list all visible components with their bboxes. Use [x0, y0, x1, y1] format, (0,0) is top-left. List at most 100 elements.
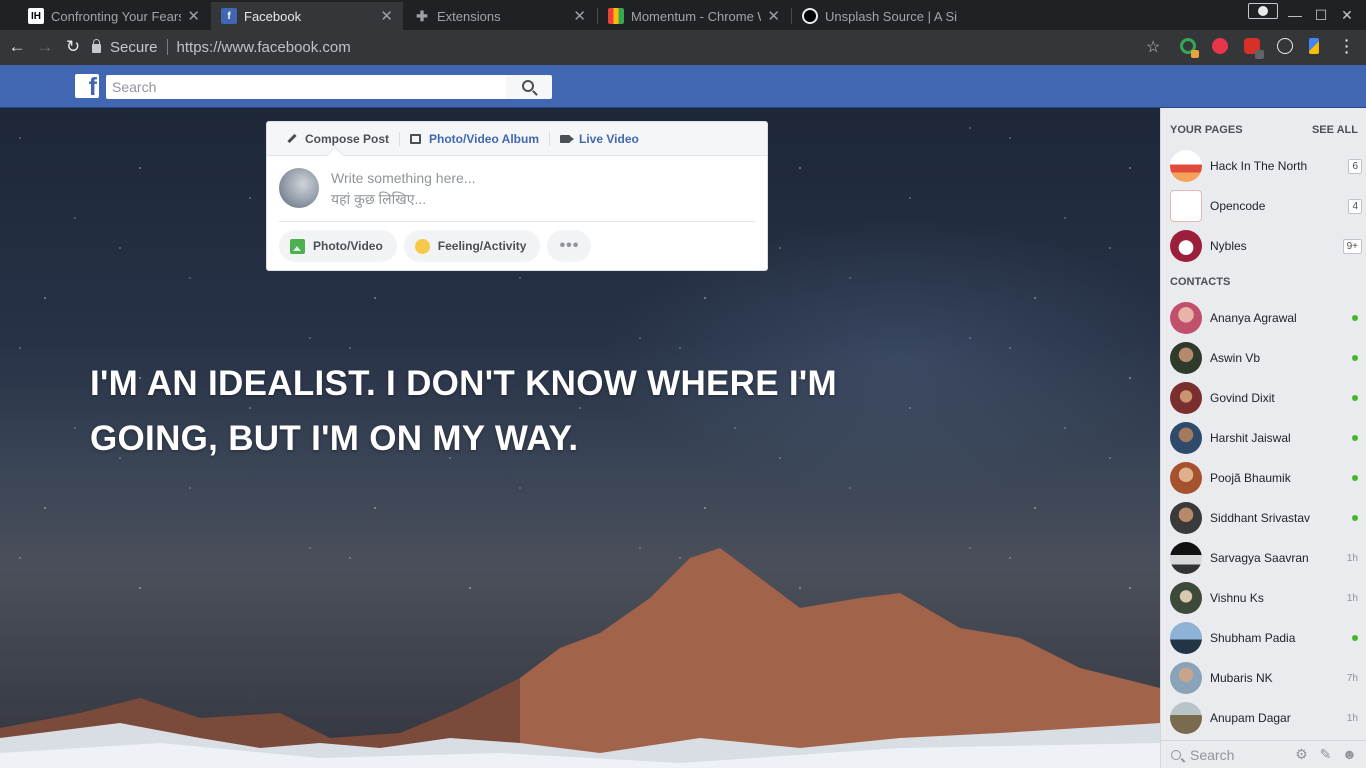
back-arrow-icon[interactable]: ←	[6, 36, 28, 58]
avatar	[1170, 662, 1202, 694]
avatar	[1170, 582, 1202, 614]
right-sidebar: YOUR PAGES SEE ALL Hack In The North 6 O…	[1160, 108, 1366, 768]
post-composer: Compose Post Photo/Video Album Live Vide…	[266, 121, 768, 271]
more-options-button[interactable]: •••	[547, 230, 592, 262]
avatar[interactable]	[279, 168, 319, 208]
contact-item[interactable]: Poojã Bhaumik	[1161, 458, 1366, 498]
facebook-header: f	[0, 65, 1366, 108]
search-button[interactable]	[506, 75, 552, 99]
last-active-time: 1h	[1346, 592, 1358, 604]
avatar	[1170, 422, 1202, 454]
store-icon	[608, 8, 624, 24]
extension-colorful-icon[interactable]	[1309, 38, 1319, 54]
tab-momentum[interactable]: Momentum - Chrome W ✕	[598, 2, 790, 30]
forward-arrow-icon[interactable]: →	[34, 36, 56, 58]
bookmark-star-icon[interactable]: ☆	[1146, 37, 1160, 57]
composer-placeholder[interactable]: Write something here... यहां कुछ लिखिए..…	[331, 168, 475, 210]
online-indicator	[1352, 315, 1358, 321]
facebook-search-input[interactable]	[106, 75, 506, 99]
menu-dots-icon[interactable]: · · ·	[1342, 33, 1352, 59]
contact-item[interactable]: Aswin Vb	[1161, 338, 1366, 378]
tab-confronting-fears[interactable]: IH Confronting Your Fears ✕	[18, 2, 210, 30]
maximize-button[interactable]: ☐	[1307, 0, 1335, 30]
tab-live-video[interactable]: Live Video	[549, 131, 649, 146]
avatar	[1170, 502, 1202, 534]
smiley-icon	[414, 238, 430, 254]
contact-item[interactable]: Mubaris NK 7h	[1161, 658, 1366, 698]
close-tab-icon[interactable]: ✕	[380, 7, 393, 25]
close-tab-icon[interactable]: ✕	[767, 7, 780, 25]
browser-tabstrip: IH Confronting Your Fears ✕ f Facebook ✕…	[0, 0, 1366, 30]
new-message-icon[interactable]: ✎	[1318, 747, 1333, 762]
contact-name: Sarvagya Saavran	[1210, 551, 1309, 565]
contact-name: Govind Dixit	[1210, 391, 1275, 405]
contact-item[interactable]: Harshit Jaiswal	[1161, 418, 1366, 458]
tab-photo-video-album[interactable]: Photo/Video Album	[399, 131, 549, 146]
contact-item[interactable]: Ananya Agrawal	[1161, 298, 1366, 338]
tab-extensions[interactable]: ✚ Extensions ✕	[404, 2, 596, 30]
video-camera-icon	[560, 134, 575, 143]
notification-count: 6	[1348, 158, 1362, 174]
page-name: Hack In The North	[1210, 159, 1308, 173]
omnibox-divider	[166, 39, 168, 55]
composer-placeholder-hindi: यहां कुछ लिखिए...	[331, 191, 427, 207]
your-pages-heading: YOUR PAGES	[1170, 124, 1243, 136]
reload-icon[interactable]: ↻	[62, 36, 84, 58]
browser-toolbar: ← → ↻ Secure https://www.facebook.com ☆ …	[0, 30, 1366, 65]
tab-unsplash[interactable]: Unsplash Source | A Si	[792, 2, 982, 30]
contact-item[interactable]: Siddhant Srivastav	[1161, 498, 1366, 538]
online-indicator	[1352, 395, 1358, 401]
extension-circle-icon[interactable]	[1277, 38, 1293, 54]
photo-video-button[interactable]: Photo/Video	[279, 230, 397, 262]
feeling-activity-button[interactable]: Feeling/Activity	[403, 230, 541, 262]
minimize-button[interactable]: —	[1281, 0, 1309, 30]
tab-facebook[interactable]: f Facebook ✕	[211, 2, 403, 30]
tab-label: Photo/Video Album	[429, 131, 540, 146]
chat-search-input[interactable]	[1190, 746, 1285, 763]
avatar	[1170, 382, 1202, 414]
contact-item[interactable]: Shubham Padia	[1161, 618, 1366, 658]
create-group-icon[interactable]: ☻	[1342, 747, 1357, 762]
contact-item[interactable]: Sarvagya Saavran 1h	[1161, 538, 1366, 578]
close-tab-icon[interactable]: ✕	[187, 7, 200, 25]
contacts-heading: CONTACTS	[1170, 276, 1231, 288]
contact-item[interactable]: Anupam Dagar 1h	[1161, 698, 1366, 738]
lock-icon	[92, 39, 101, 53]
gear-icon[interactable]: ⚙	[1294, 747, 1309, 762]
online-indicator	[1352, 515, 1358, 521]
page-avatar	[1170, 150, 1202, 182]
composer-actions: Photo/Video Feeling/Activity •••	[279, 230, 592, 262]
page-item[interactable]: Opencode 4	[1161, 186, 1366, 226]
contact-item[interactable]: Govind Dixit	[1161, 378, 1366, 418]
facebook-logo-icon[interactable]: f	[75, 74, 99, 98]
composer-body[interactable]: Write something here... यहां कुछ लिखिए..…	[279, 156, 755, 222]
notification-count: 4	[1348, 198, 1362, 214]
notification-count: 9+	[1342, 238, 1362, 254]
see-all-link[interactable]: SEE ALL	[1312, 124, 1358, 136]
page-item[interactable]: Nybles 9+	[1161, 226, 1366, 266]
mountain-range	[0, 548, 1160, 768]
last-active-time: 7h	[1346, 672, 1358, 684]
page-name: Opencode	[1210, 199, 1266, 213]
close-tab-icon[interactable]: ✕	[573, 7, 586, 25]
extension-badge	[1191, 50, 1199, 58]
tab-title: Extensions	[437, 8, 501, 24]
album-icon	[410, 133, 422, 144]
contact-name: Poojã Bhaumik	[1210, 471, 1291, 485]
page-item[interactable]: Hack In The North 6	[1161, 146, 1366, 186]
contact-item[interactable]: Vishnu Ks 1h	[1161, 578, 1366, 618]
extension-red-icon[interactable]	[1212, 38, 1228, 54]
close-window-button[interactable]: ✕	[1333, 0, 1361, 30]
contact-name: Shubham Padia	[1210, 631, 1296, 645]
last-active-time: 1h	[1346, 712, 1358, 724]
address-bar[interactable]: Secure https://www.facebook.com	[92, 34, 1172, 60]
momentum-quote: I'M AN IDEALIST. I DON'T KNOW WHERE I'M …	[90, 364, 838, 458]
facebook-icon: f	[221, 8, 237, 24]
ih-icon: IH	[28, 8, 44, 24]
avatar	[1170, 702, 1202, 734]
search-icon	[1171, 749, 1181, 760]
tab-title: Confronting Your Fears	[51, 8, 182, 24]
profile-button[interactable]	[1248, 3, 1278, 19]
tab-label: Live Video	[579, 131, 639, 146]
avatar	[1170, 302, 1202, 334]
